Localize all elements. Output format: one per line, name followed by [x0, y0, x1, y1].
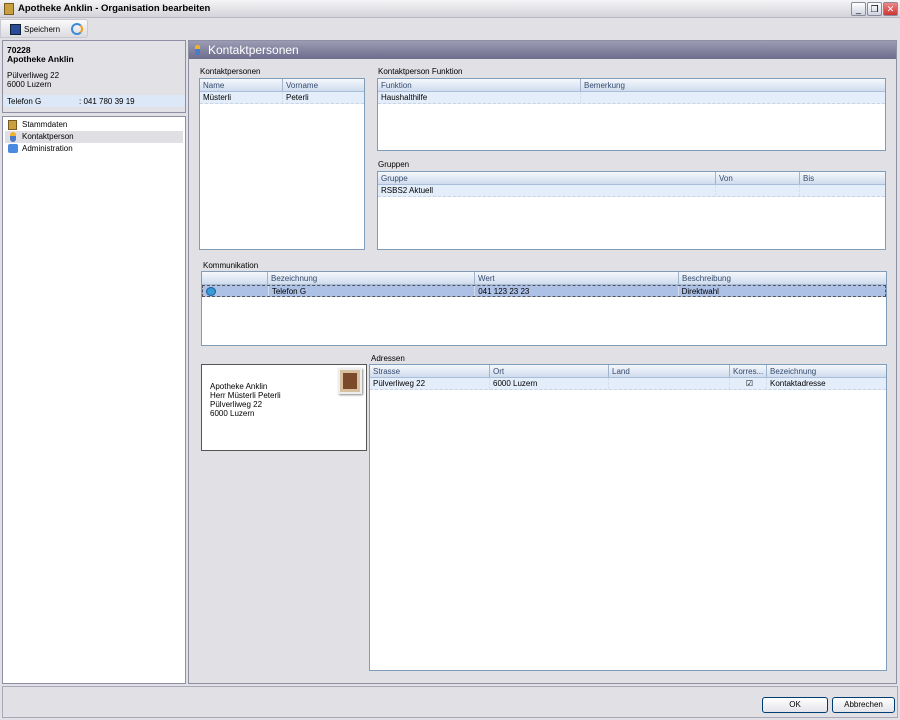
org-name: Apotheke Anklin [7, 54, 74, 64]
nav-label: Kontaktperson [22, 132, 74, 141]
table-row[interactable]: RSBS2 Aktuell [378, 185, 885, 197]
window-title: Apotheke Anklin - Organisation bearbeite… [18, 3, 211, 14]
cancel-button[interactable]: Abbrechen [832, 697, 895, 713]
column-header[interactable]: Von [715, 172, 799, 184]
table-cell: Kontaktadresse [766, 378, 886, 389]
table-cell: Haushalthilfe [381, 93, 428, 102]
nav-item-stammdaten[interactable]: Stammdaten [5, 119, 183, 131]
save-label: Speichern [24, 25, 61, 34]
table-cell: Telefon G [267, 286, 474, 296]
gruppen-grid[interactable]: Gruppe Von Bis RSBS2 Aktuell [377, 171, 886, 250]
column-header[interactable]: Bezeichnung [766, 365, 886, 377]
button-bar: OK Abbrechen [2, 686, 898, 718]
section-title: Kontaktpersonen [208, 43, 299, 57]
restore-button[interactable]: ❐ [867, 2, 882, 16]
card-line: Pülverliweg 22 [210, 400, 263, 409]
organisation-info: 70228 Apotheke Anklin Pülverliweg 22 600… [2, 40, 186, 113]
table-row[interactable]: Müsterli Peterli [200, 92, 364, 104]
floppy-icon [10, 24, 21, 35]
nav-item-administration[interactable]: Administration [5, 143, 183, 155]
phone-icon [206, 287, 216, 296]
adressen-label: Adressen [371, 354, 405, 363]
grid-header: Gruppe Von Bis [378, 172, 885, 185]
column-header[interactable]: Vorname [282, 79, 364, 91]
table-cell: Peterli [282, 92, 364, 103]
table-cell: Direktwahl [677, 286, 885, 296]
table-cell: 6000 Luzern [489, 378, 608, 389]
table-cell [580, 92, 885, 103]
stamp-icon [338, 368, 362, 394]
funktion-grid[interactable]: Funktion Bemerkung Haushalthilfe [377, 78, 886, 151]
column-header[interactable]: Strasse [370, 365, 489, 377]
column-header[interactable]: Bezeichnung [267, 272, 474, 284]
column-header[interactable]: Name [200, 79, 282, 91]
grid-header: Strasse Ort Land Korres... Bezeichnung [370, 365, 886, 378]
phone-value: : 041 780 39 19 [79, 97, 135, 106]
org-city: 6000 Luzern [7, 80, 52, 89]
column-header[interactable] [202, 272, 267, 284]
section-header: Kontaktpersonen [189, 41, 896, 59]
grid-header: Funktion Bemerkung [378, 79, 885, 92]
navigation-panel: Stammdaten Kontaktperson Administration [2, 116, 186, 684]
nav-label: Administration [22, 144, 73, 153]
column-header[interactable]: Gruppe [378, 172, 715, 184]
table-row[interactable]: Telefon G 041 123 23 23 Direktwahl [202, 285, 886, 297]
grid-header: Bezeichnung Wert Beschreibung [202, 272, 886, 285]
phone-label: Telefon G [7, 97, 42, 106]
kontaktpersonen-grid[interactable]: Name Vorname Müsterli Peterli [199, 78, 365, 250]
toolbar: Speichern [0, 19, 88, 38]
column-header[interactable]: Beschreibung [678, 272, 886, 284]
person-icon [10, 132, 16, 142]
gruppen-label: Gruppen [378, 160, 410, 169]
table-cell [608, 378, 729, 389]
column-header[interactable]: Funktion [378, 79, 580, 91]
table-cell: RSBS2 Aktuell [381, 186, 434, 195]
column-header[interactable]: Ort [489, 365, 608, 377]
korrespondenz-checkbox[interactable]: ☑ [729, 378, 766, 389]
person-icon [195, 45, 200, 55]
table-row[interactable]: Haushalthilfe [378, 92, 885, 104]
building-icon [8, 120, 17, 130]
column-header[interactable]: Wert [474, 272, 678, 284]
minimize-button[interactable]: _ [851, 2, 866, 16]
address-card: Apotheke Anklin Herr Müsterli Peterli Pü… [201, 364, 367, 451]
table-cell: 041 123 23 23 [474, 286, 677, 296]
title-bar: Apotheke Anklin - Organisation bearbeite… [0, 0, 900, 18]
column-header[interactable]: Bis [799, 172, 885, 184]
org-street: Pülverliweg 22 [7, 71, 60, 80]
table-cell [799, 185, 885, 196]
table-cell: Pülverliweg 22 [373, 379, 426, 388]
phone-row: Telefon G : 041 780 39 19 [3, 95, 185, 107]
save-button[interactable]: Speichern [8, 23, 60, 36]
table-row[interactable]: Pülverliweg 22 6000 Luzern ☑ Kontaktadresse [370, 378, 886, 390]
grid-header: Name Vorname [200, 79, 364, 92]
nav-item-kontaktperson[interactable]: Kontaktperson [5, 131, 183, 143]
kommunikation-grid[interactable]: Bezeichnung Wert Beschreibung Telefon G 041 … [201, 271, 887, 346]
column-header[interactable]: Land [608, 365, 729, 377]
nav-label: Stammdaten [22, 120, 68, 129]
close-button[interactable]: ✕ [883, 2, 898, 16]
table-cell: Müsterli [203, 93, 232, 102]
card-line: 6000 Luzern [210, 409, 255, 418]
funktion-label: Kontaktperson Funktion [378, 67, 463, 76]
card-line: Herr Müsterli Peterli [210, 391, 281, 400]
table-cell [715, 185, 799, 196]
column-header[interactable]: Korres... [729, 365, 766, 377]
admin-icon [8, 144, 18, 153]
column-header[interactable]: Bemerkung [580, 79, 885, 91]
ok-button[interactable]: OK [762, 697, 828, 713]
table-cell [203, 286, 268, 296]
app-icon [4, 3, 14, 15]
card-line: Apotheke Anklin [210, 382, 268, 391]
kontaktpersonen-label: Kontaktpersonen [200, 67, 261, 76]
refresh-icon[interactable] [71, 23, 83, 35]
kommunikation-label: Kommunikation [203, 261, 259, 270]
adressen-grid[interactable]: Strasse Ort Land Korres... Bezeichnung Pülver… [369, 364, 887, 671]
